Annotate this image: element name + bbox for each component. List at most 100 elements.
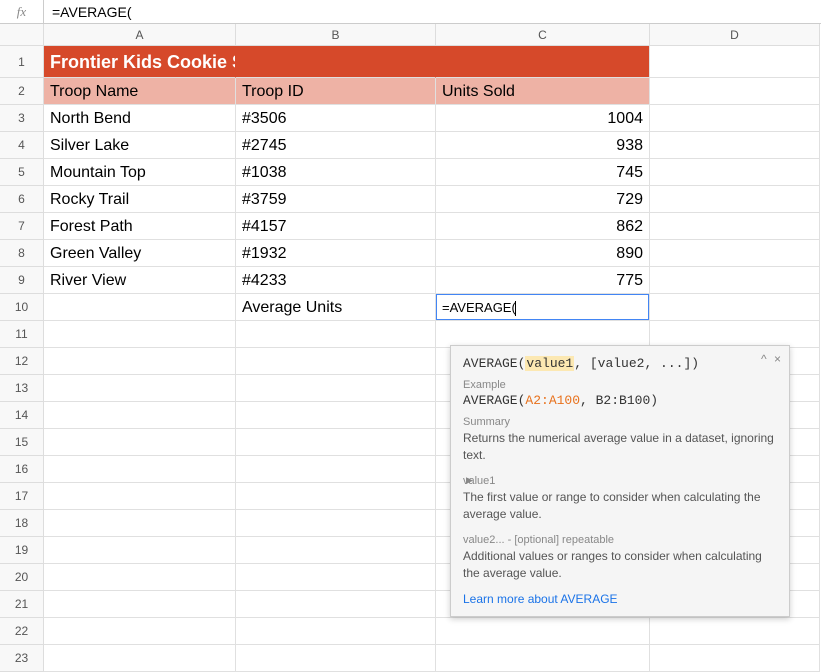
cell[interactable] xyxy=(44,429,236,456)
row-header-19[interactable]: 19 xyxy=(0,537,44,564)
row-header-13[interactable]: 13 xyxy=(0,375,44,402)
row-header-8[interactable]: 8 xyxy=(0,240,44,267)
row-header-5[interactable]: 5 xyxy=(0,159,44,186)
cell-b8[interactable]: #1932 xyxy=(236,240,436,267)
cell[interactable] xyxy=(436,46,650,78)
row-header-4[interactable]: 4 xyxy=(0,132,44,159)
cell-c7[interactable]: 862 xyxy=(436,213,650,240)
cell-b6[interactable]: #3759 xyxy=(236,186,436,213)
row-header-10[interactable]: 10 xyxy=(0,294,44,321)
cell[interactable] xyxy=(44,483,236,510)
cell[interactable] xyxy=(650,132,820,159)
row-header-6[interactable]: 6 xyxy=(0,186,44,213)
row-header-3[interactable]: 3 xyxy=(0,105,44,132)
cell-a7[interactable]: Forest Path xyxy=(44,213,236,240)
cell[interactable] xyxy=(650,46,820,78)
cell-a10[interactable] xyxy=(44,294,236,321)
header-units-sold[interactable]: Units Sold xyxy=(436,78,650,105)
cell[interactable] xyxy=(236,510,436,537)
title-cell[interactable]: Frontier Kids Cookie Sales xyxy=(44,46,236,78)
row-header-7[interactable]: 7 xyxy=(0,213,44,240)
cell-editor[interactable]: =AVERAGE( xyxy=(436,294,649,320)
cell[interactable] xyxy=(44,591,236,618)
cell[interactable] xyxy=(236,321,436,348)
cell-c8[interactable]: 890 xyxy=(436,240,650,267)
cell[interactable] xyxy=(436,618,650,645)
learn-more-link[interactable]: Learn more about AVERAGE xyxy=(463,592,777,606)
collapse-icon[interactable]: ^ xyxy=(761,352,767,366)
cell[interactable] xyxy=(436,645,650,672)
cell[interactable] xyxy=(236,348,436,375)
cell-a8[interactable]: Green Valley xyxy=(44,240,236,267)
cell[interactable] xyxy=(236,46,436,78)
cell[interactable] xyxy=(236,564,436,591)
cell[interactable] xyxy=(44,537,236,564)
cell[interactable] xyxy=(650,240,820,267)
cell[interactable] xyxy=(44,321,236,348)
cell-b10-average-label[interactable]: Average Units xyxy=(236,294,436,321)
col-header-d[interactable]: D xyxy=(650,24,820,46)
cell[interactable] xyxy=(44,618,236,645)
formula-input[interactable]: =AVERAGE( xyxy=(44,0,821,24)
cell[interactable] xyxy=(650,618,820,645)
row-header-14[interactable]: 14 xyxy=(0,402,44,429)
cell[interactable] xyxy=(650,213,820,240)
row-header-12[interactable]: 12 xyxy=(0,348,44,375)
cell-a6[interactable]: Rocky Trail xyxy=(44,186,236,213)
cell[interactable] xyxy=(236,537,436,564)
cell[interactable] xyxy=(650,294,820,321)
cell[interactable] xyxy=(236,402,436,429)
row-header-16[interactable]: 16 xyxy=(0,456,44,483)
row-header-15[interactable]: 15 xyxy=(0,429,44,456)
cell-c3[interactable]: 1004 xyxy=(436,105,650,132)
cell[interactable] xyxy=(650,159,820,186)
cell-c5[interactable]: 745 xyxy=(436,159,650,186)
corner-cell[interactable] xyxy=(0,24,44,46)
cell-b4[interactable]: #2745 xyxy=(236,132,436,159)
cell-a9[interactable]: River View xyxy=(44,267,236,294)
cell[interactable] xyxy=(650,321,820,348)
cell-a3[interactable]: North Bend xyxy=(44,105,236,132)
cell[interactable] xyxy=(44,510,236,537)
cell[interactable] xyxy=(44,645,236,672)
cell[interactable] xyxy=(436,321,650,348)
cell[interactable] xyxy=(236,429,436,456)
cell[interactable] xyxy=(236,645,436,672)
cell[interactable] xyxy=(236,483,436,510)
row-header-1[interactable]: 1 xyxy=(0,46,44,78)
cell[interactable] xyxy=(44,402,236,429)
cell[interactable] xyxy=(650,105,820,132)
row-header-22[interactable]: 22 xyxy=(0,618,44,645)
cell[interactable] xyxy=(650,78,820,105)
row-header-11[interactable]: 11 xyxy=(0,321,44,348)
cell-c9[interactable]: 775 xyxy=(436,267,650,294)
cell[interactable] xyxy=(44,375,236,402)
row-header-9[interactable]: 9 xyxy=(0,267,44,294)
row-header-21[interactable]: 21 xyxy=(0,591,44,618)
cell-b9[interactable]: #4233 xyxy=(236,267,436,294)
cell-c4[interactable]: 938 xyxy=(436,132,650,159)
cell-c6[interactable]: 729 xyxy=(436,186,650,213)
cell-b5[interactable]: #1038 xyxy=(236,159,436,186)
close-icon[interactable]: × xyxy=(774,352,781,366)
cell[interactable] xyxy=(650,267,820,294)
cell-a4[interactable]: Silver Lake xyxy=(44,132,236,159)
col-header-c[interactable]: C xyxy=(436,24,650,46)
cell[interactable] xyxy=(44,564,236,591)
header-troop-id[interactable]: Troop ID xyxy=(236,78,436,105)
header-troop-name[interactable]: Troop Name xyxy=(44,78,236,105)
cell[interactable] xyxy=(650,645,820,672)
row-header-20[interactable]: 20 xyxy=(0,564,44,591)
cell[interactable] xyxy=(650,186,820,213)
col-header-a[interactable]: A xyxy=(44,24,236,46)
row-header-2[interactable]: 2 xyxy=(0,78,44,105)
cell-c10-active[interactable]: ? =AVERAGE( xyxy=(436,294,650,321)
cell-b3[interactable]: #3506 xyxy=(236,105,436,132)
cell[interactable] xyxy=(44,456,236,483)
cell-a5[interactable]: Mountain Top xyxy=(44,159,236,186)
col-header-b[interactable]: B xyxy=(236,24,436,46)
row-header-18[interactable]: 18 xyxy=(0,510,44,537)
cell[interactable] xyxy=(236,456,436,483)
cell[interactable] xyxy=(236,618,436,645)
row-header-23[interactable]: 23 xyxy=(0,645,44,672)
